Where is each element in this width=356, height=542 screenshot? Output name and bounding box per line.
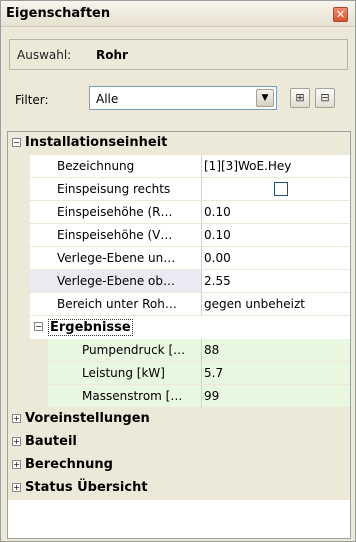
property-name: Pumpendruck [… [48, 339, 202, 362]
collapse-icon[interactable]: − [12, 138, 21, 147]
property-name: Bereich unter Roh… [30, 293, 202, 316]
property-name: Verlege-Ebene un… [30, 247, 202, 270]
collapse-icon: ⊟ [320, 91, 330, 104]
row-gutter [8, 270, 30, 293]
property-row[interactable]: Einspeisehöhe (R… 0.10 [8, 201, 350, 224]
property-grid: − Installationseinheit Bezeichnung [1][3… [7, 131, 351, 539]
property-row[interactable]: Leistung [kW] 5.7 [8, 362, 350, 385]
row-gutter [8, 224, 30, 247]
expand-icon[interactable]: + [12, 437, 21, 446]
filter-dropdown[interactable]: Alle ▼ [89, 86, 277, 110]
row-gutter [8, 316, 30, 339]
selection-box: Auswahl: Rohr [9, 39, 348, 70]
properties-window: Eigenschaften ✕ Auswahl: Rohr Filter: Al… [0, 0, 356, 542]
property-name: Massenstrom [… [48, 385, 202, 408]
collapse-icon[interactable]: − [34, 322, 43, 331]
property-name: Einspeisung rechts [30, 178, 202, 201]
category-voreinstellungen[interactable]: + Voreinstellungen [8, 408, 350, 431]
filter-label: Filter: [15, 93, 49, 107]
property-row[interactable]: Verlege-Ebene ob… 2.55 [8, 270, 350, 293]
einspeisung-checkbox[interactable] [274, 182, 288, 196]
property-row[interactable]: Einspeisung rechts [8, 178, 350, 201]
property-row[interactable]: Verlege-Ebene un… 0.00 [8, 247, 350, 270]
category-label: Installationseinheit [25, 135, 168, 150]
property-name: Leistung [kW] [48, 362, 202, 385]
chevron-down-icon[interactable]: ▼ [256, 89, 274, 107]
property-name: Einspeisehöhe (V… [30, 224, 202, 247]
row-gutter [8, 293, 30, 316]
row-gutter [8, 362, 48, 385]
property-value[interactable]: 99 [202, 385, 350, 408]
property-value[interactable]: 2.55 [202, 270, 350, 293]
category-bauteil[interactable]: + Bauteil [8, 431, 350, 454]
subgroup-label: Ergebnisse [48, 319, 133, 336]
property-value[interactable] [202, 178, 350, 201]
row-gutter [8, 247, 30, 270]
category-installationseinheit[interactable]: − Installationseinheit [8, 132, 350, 155]
property-name: Einspeisehöhe (R… [30, 201, 202, 224]
subgroup-ergebnisse[interactable]: − Ergebnisse [8, 316, 350, 339]
category-label: Berechnung [25, 457, 113, 472]
property-value[interactable]: 0.10 [202, 224, 350, 247]
row-gutter [8, 155, 30, 178]
property-row[interactable]: Bereich unter Roh… gegen unbeheizt [8, 293, 350, 316]
property-value[interactable]: gegen unbeheizt [202, 293, 350, 316]
row-gutter [8, 339, 48, 362]
selection-label: Auswahl: [17, 48, 72, 62]
filter-value: Alle [96, 92, 119, 106]
window-title: Eigenschaften [6, 6, 111, 21]
row-gutter [8, 178, 30, 201]
expand-icon[interactable]: + [12, 483, 21, 492]
property-name: Bezeichnung [30, 155, 202, 178]
category-label: Bauteil [25, 434, 77, 449]
close-icon: ✕ [335, 8, 346, 21]
property-value[interactable]: 0.10 [202, 201, 350, 224]
property-row[interactable]: Pumpendruck [… 88 [8, 339, 350, 362]
close-button[interactable]: ✕ [333, 7, 348, 22]
expand-icon[interactable]: + [12, 460, 21, 469]
row-gutter [8, 201, 30, 224]
row-gutter [8, 385, 48, 408]
category-label: Voreinstellungen [25, 411, 150, 426]
selection-value: Rohr [96, 48, 128, 62]
category-status-uebersicht[interactable]: + Status Übersicht [8, 477, 350, 500]
property-value[interactable]: 5.7 [202, 362, 350, 385]
property-row[interactable]: Massenstrom [… 99 [8, 385, 350, 408]
collapse-all-button[interactable]: ⊟ [315, 88, 335, 108]
title-bar[interactable]: Eigenschaften ✕ [1, 1, 355, 27]
expand-icon: ⊞ [295, 91, 305, 104]
expand-icon[interactable]: + [12, 414, 21, 423]
property-name: Verlege-Ebene ob… [30, 270, 202, 293]
expand-all-button[interactable]: ⊞ [290, 88, 310, 108]
category-label: Status Übersicht [25, 480, 148, 495]
property-row[interactable]: Bezeichnung [1][3]WoE.Hey [8, 155, 350, 178]
property-value[interactable]: [1][3]WoE.Hey [202, 155, 350, 178]
category-berechnung[interactable]: + Berechnung [8, 454, 350, 477]
property-row[interactable]: Einspeisehöhe (V… 0.10 [8, 224, 350, 247]
property-value[interactable]: 0.00 [202, 247, 350, 270]
property-value[interactable]: 88 [202, 339, 350, 362]
